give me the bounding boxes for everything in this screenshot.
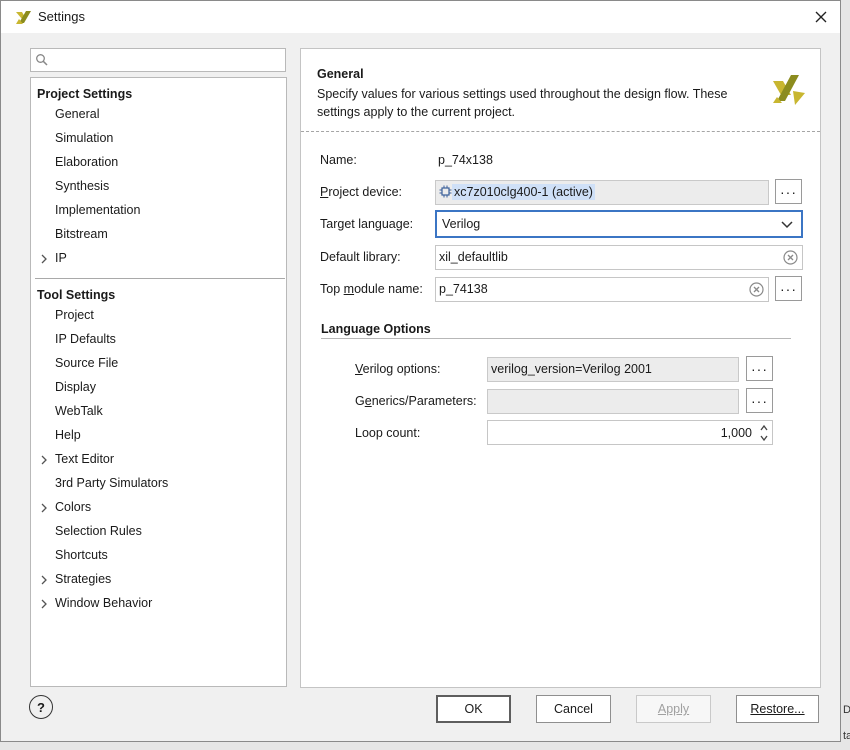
content-panel: General Specify values for various setti… <box>300 48 821 688</box>
page-description: Specify values for various settings used… <box>317 87 728 119</box>
title-bar: Settings <box>1 1 840 33</box>
verilog-options-field[interactable]: verilog_version=Verilog 2001 <box>487 357 739 382</box>
sidebar-item-3rd-party-simulators[interactable]: 3rd Party Simulators <box>55 476 168 490</box>
background-text: D <box>843 704 850 716</box>
sidebar-item-project[interactable]: Project <box>55 308 94 322</box>
restore-label: Restore... <box>750 702 805 716</box>
more-icon: ··· <box>751 360 768 377</box>
sidebar-item-simulation[interactable]: Simulation <box>55 131 113 145</box>
sidebar-item-display[interactable]: Display <box>55 380 96 394</box>
sidebar-item-bitstream[interactable]: Bitstream <box>55 227 108 241</box>
sidebar-item-synthesis[interactable]: Synthesis <box>55 179 109 193</box>
sidebar-item-help[interactable]: Help <box>55 428 81 442</box>
chevron-right-icon[interactable] <box>39 455 49 465</box>
chevron-right-icon[interactable] <box>39 575 49 585</box>
default-library-value: xil_defaultlib <box>439 250 508 264</box>
generics-parameters-label: Generics/Parameters: <box>355 394 477 408</box>
verilog-options-label: Verilog options: <box>355 362 441 376</box>
target-language-select[interactable]: Verilog <box>435 210 803 238</box>
search-input[interactable] <box>30 48 286 72</box>
spin-down-icon[interactable] <box>759 434 769 442</box>
target-language-label: Target language: <box>320 217 414 231</box>
sidebar-item-general[interactable]: General <box>55 107 99 121</box>
nav-divider <box>35 278 285 279</box>
sidebar-item-elaboration[interactable]: Elaboration <box>55 155 118 169</box>
vivado-logo-icon <box>773 75 805 105</box>
sidebar-item-colors[interactable]: Colors <box>55 500 91 514</box>
app-logo-icon <box>16 11 31 24</box>
sidebar-item-ip-defaults[interactable]: IP Defaults <box>55 332 116 346</box>
generics-parameters-browse-button[interactable]: ··· <box>746 388 773 413</box>
verilog-options-browse-button[interactable]: ··· <box>746 356 773 381</box>
verilog-options-value: verilog_version=Verilog 2001 <box>491 362 652 376</box>
chevron-down-icon <box>781 221 793 229</box>
chevron-right-icon[interactable] <box>39 254 49 264</box>
close-icon <box>815 11 827 23</box>
language-options-title: Language Options <box>321 322 431 336</box>
chevron-right-icon[interactable] <box>39 599 49 609</box>
loop-count-spinner[interactable]: 1,000 <box>487 420 773 445</box>
page-title: General <box>317 67 364 81</box>
chevron-right-icon[interactable] <box>39 503 49 513</box>
sidebar-item-implementation[interactable]: Implementation <box>55 203 140 217</box>
settings-dialog: Settings Project Settings Tool Settings … <box>0 0 841 742</box>
nav-group-tool-settings: Tool Settings <box>37 288 116 302</box>
sidebar-item-selection-rules[interactable]: Selection Rules <box>55 524 142 538</box>
sidebar-item-window-behavior[interactable]: Window Behavior <box>55 596 152 610</box>
ok-button[interactable]: OK <box>436 695 511 723</box>
settings-nav-tree: Project Settings Tool Settings General Si… <box>30 77 287 687</box>
help-button[interactable]: ? <box>29 695 53 719</box>
default-library-input[interactable]: xil_defaultlib <box>435 245 803 270</box>
default-library-label: Default library: <box>320 250 401 264</box>
clear-icon[interactable] <box>783 250 798 265</box>
apply-button[interactable]: Apply <box>636 695 711 723</box>
more-icon: ··· <box>780 183 797 200</box>
clear-icon[interactable] <box>749 282 764 297</box>
sidebar-item-source-file[interactable]: Source File <box>55 356 118 370</box>
more-icon: ··· <box>780 280 797 297</box>
chip-icon <box>439 185 452 198</box>
close-button[interactable] <box>808 5 834 29</box>
search-icon <box>36 54 48 66</box>
sidebar-item-webtalk[interactable]: WebTalk <box>55 404 103 418</box>
background-text: ta <box>843 730 850 742</box>
restore-button[interactable]: Restore... <box>736 695 819 723</box>
section-divider <box>321 338 791 339</box>
project-device-value: xc7z010clg400-1 (active) <box>452 184 595 200</box>
sidebar-item-ip[interactable]: IP <box>55 251 67 265</box>
top-module-label: Top module name: <box>320 282 423 296</box>
loop-count-value: 1,000 <box>720 426 752 440</box>
header-divider <box>301 131 820 132</box>
top-module-value: p_74138 <box>439 282 488 296</box>
cancel-button[interactable]: Cancel <box>536 695 611 723</box>
loop-count-label: Loop count: <box>355 426 421 440</box>
top-module-browse-button[interactable]: ··· <box>775 276 802 301</box>
project-device-label: Project device: <box>320 185 402 199</box>
sidebar-item-shortcuts[interactable]: Shortcuts <box>55 548 108 562</box>
apply-label: Apply <box>657 702 690 716</box>
top-module-input[interactable]: p_74138 <box>435 277 769 302</box>
project-device-browse-button[interactable]: ··· <box>775 179 802 204</box>
window-title: Settings <box>38 9 85 24</box>
more-icon: ··· <box>751 392 768 409</box>
project-device-field[interactable]: xc7z010clg400-1 (active) <box>435 180 769 205</box>
name-label: Name: <box>320 153 357 167</box>
name-value: p_74x138 <box>438 153 493 167</box>
spin-up-icon[interactable] <box>759 424 769 432</box>
sidebar-item-strategies[interactable]: Strategies <box>55 572 111 586</box>
target-language-value: Verilog <box>442 217 481 231</box>
generics-parameters-field[interactable] <box>487 389 739 414</box>
nav-group-project-settings: Project Settings <box>37 87 133 101</box>
sidebar-item-text-editor[interactable]: Text Editor <box>55 452 114 466</box>
